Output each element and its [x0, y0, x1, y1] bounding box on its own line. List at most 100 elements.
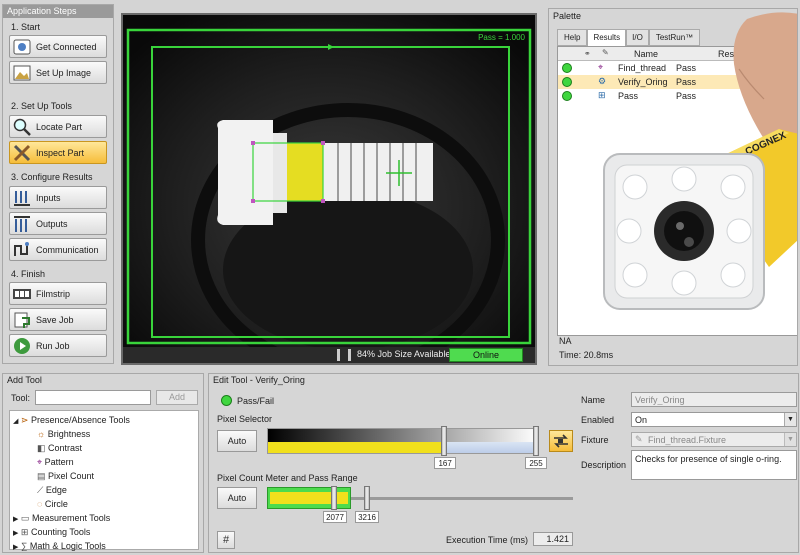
edge-label: Edge — [45, 485, 67, 495]
table-row[interactable]: ⚙ Verify_Oring Pass — [558, 75, 797, 89]
palette-title: Palette — [553, 11, 582, 21]
inputs-icon — [14, 190, 30, 206]
results-table: ⚭ ✎ Name Result ⌖ Find_thread Pass ⚙ Ver… — [557, 46, 797, 336]
tab-results[interactable]: Results — [587, 29, 627, 46]
image-status-bar: 84% Job Size Available Online — [123, 347, 535, 363]
math-icon: ∑ — [20, 541, 28, 551]
tree-node-math[interactable]: ▶ ∑ Math & Logic Tools — [13, 539, 198, 553]
run-job-button[interactable]: Run Job — [9, 334, 107, 357]
tool-icon: ⚙ — [598, 76, 607, 86]
inputs-label: Inputs — [36, 192, 61, 203]
image-display[interactable]: Pass = 1.000 84% Job Size Available Onli… — [121, 13, 537, 365]
save-icon — [14, 312, 30, 328]
table-row[interactable]: ⌖ Find_thread Pass — [558, 61, 797, 75]
selector-high-handle[interactable] — [533, 426, 539, 456]
pixel-count-label: Pixel Count — [48, 471, 95, 481]
inspect-part-button[interactable]: Inspect Part — [9, 141, 107, 164]
tree-node-counting[interactable]: ▶ ⊞ Counting Tools — [13, 525, 198, 539]
counting-label: Counting Tools — [30, 527, 91, 537]
set-up-image-button[interactable]: Set Up Image — [9, 61, 107, 84]
pass-fail-label: Pass/Fail — [237, 396, 275, 406]
locate-part-button[interactable]: Locate Part — [9, 115, 107, 138]
tree-leaf-edge[interactable]: ⟋ Edge — [13, 483, 198, 497]
communication-button[interactable]: Communication — [9, 238, 107, 261]
step-section-results: 3. Configure Results — [11, 172, 93, 182]
online-indicator: Online — [449, 348, 523, 362]
col-name: Name — [634, 49, 659, 59]
filmstrip-label: Filmstrip — [36, 288, 70, 299]
tools-icon — [13, 144, 31, 161]
tree-leaf-pixel-count[interactable]: ▤ Pixel Count — [13, 469, 198, 483]
tab-help[interactable]: Help — [557, 29, 588, 46]
name-field[interactable] — [631, 392, 797, 407]
pass-status-icon — [562, 91, 572, 101]
pixel-selector-track[interactable] — [267, 428, 539, 454]
pass-score-label: Pass = 1.000 — [478, 33, 525, 42]
tool-tree: ◢ ⋗ Presence/Absence Tools ☼ Brightness … — [9, 410, 199, 553]
table-row[interactable]: ⊞ Pass Pass — [558, 89, 797, 103]
filmstrip-button[interactable]: Filmstrip — [9, 282, 107, 305]
tree-node-measurement[interactable]: ▶ ▭ Measurement Tools — [13, 511, 198, 525]
exec-time-label: Execution Time (ms) — [446, 535, 529, 545]
application-steps-panel: Application Steps 1. Start Get Connected… — [2, 4, 114, 364]
counting-icon: ⊞ — [20, 527, 29, 537]
row-name: Find_thread — [618, 63, 667, 73]
expand-icon[interactable]: ▶ — [13, 544, 18, 551]
results-header: ⚭ ✎ Name Result — [558, 47, 797, 61]
tab-testrun[interactable]: TestRun™ — [648, 29, 701, 46]
tree-leaf-pattern[interactable]: ⌖ Pattern — [13, 455, 198, 469]
description-field[interactable]: Checks for presence of single o-ring. — [631, 450, 797, 480]
tool-search-input[interactable] — [35, 390, 151, 405]
tree-leaf-circle[interactable]: ◌ Circle — [13, 497, 198, 511]
ruler-icon: ▭ — [20, 513, 30, 523]
play-icon — [14, 337, 30, 354]
description-label: Description — [581, 460, 627, 470]
range-high-handle[interactable] — [364, 486, 370, 510]
edit-tool-panel: Edit Tool - Verify_Oring Pass/Fail Pixel… — [208, 373, 799, 553]
expand-icon[interactable]: ▶ — [13, 530, 18, 537]
brightness-icon: ☼ — [37, 429, 46, 439]
graphics-icon: # — [222, 534, 230, 546]
add-button[interactable]: Add — [156, 390, 198, 405]
tree-leaf-brightness[interactable]: ☼ Brightness — [13, 427, 198, 441]
chevron-down-icon[interactable]: ▼ — [784, 433, 796, 446]
fixture-select[interactable]: ✎ Find_thread.Fixture ▼ — [631, 432, 797, 447]
contrast-label: Contrast — [48, 443, 83, 453]
add-tool-title: Add Tool — [7, 375, 42, 385]
range-high-value: 3216 — [355, 511, 379, 523]
link-icon: ⚭ — [584, 49, 591, 58]
enabled-select[interactable]: On ▼ — [631, 412, 797, 427]
inputs-button[interactable]: Inputs — [9, 186, 107, 209]
invert-button[interactable] — [549, 430, 573, 452]
pixel-count-icon: ▤ — [37, 471, 46, 481]
tab-io[interactable]: I/O — [626, 29, 649, 46]
na-label: NA — [559, 336, 572, 346]
step-section-finish: 4. Finish — [11, 269, 46, 279]
tree-node-presence[interactable]: ◢ ⋗ Presence/Absence Tools — [13, 413, 198, 427]
row-result: Pass — [676, 63, 697, 73]
range-low-handle[interactable] — [331, 486, 337, 510]
expand-icon[interactable]: ▶ — [13, 516, 18, 523]
contrast-icon: ◧ — [37, 443, 46, 453]
save-job-label: Save Job — [36, 314, 74, 325]
meter-label: Pixel Count Meter and Pass Range — [217, 473, 358, 483]
brightness-label: Brightness — [47, 429, 91, 439]
get-connected-button[interactable]: Get Connected — [9, 35, 107, 58]
name-label: Name — [581, 395, 606, 405]
graphics-toggle-button[interactable]: # — [217, 531, 235, 549]
save-job-button[interactable]: Save Job — [9, 308, 107, 331]
tree-leaf-contrast[interactable]: ◧ Contrast — [13, 441, 198, 455]
pixel-count-meter[interactable] — [267, 487, 351, 509]
auto-selector-button[interactable]: Auto — [217, 430, 257, 452]
selector-low-handle[interactable] — [441, 426, 448, 456]
chevron-down-icon[interactable]: ▼ — [784, 413, 796, 426]
magnifier-icon — [13, 118, 31, 136]
logic-icon: ⊞ — [598, 90, 606, 100]
auto-meter-button[interactable]: Auto — [217, 487, 257, 509]
tool-label: Tool: — [11, 393, 31, 403]
pause-icon[interactable] — [337, 349, 351, 361]
pixel-selector-label: Pixel Selector — [217, 414, 273, 424]
collapse-icon[interactable]: ◢ — [13, 418, 18, 425]
edge-icon: ⟋ — [37, 485, 44, 495]
outputs-button[interactable]: Outputs — [9, 212, 107, 235]
